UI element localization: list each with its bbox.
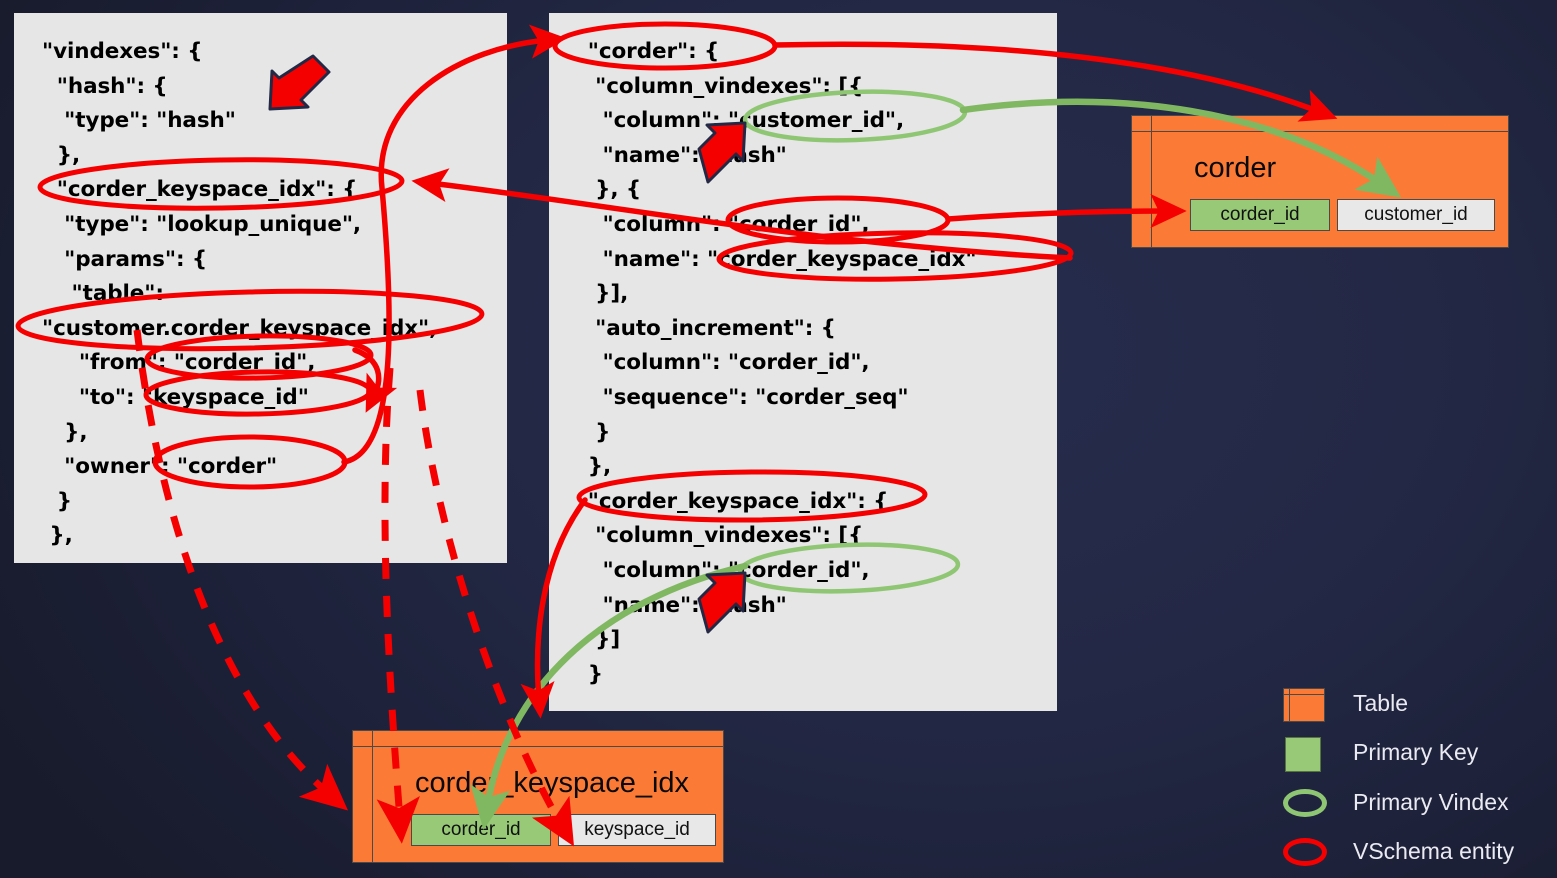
column-chip: keyspace_id	[558, 814, 716, 846]
legend-label: Primary Key	[1353, 739, 1479, 765]
diagram-canvas: "vindexes": { "hash": { "type": "hash" }…	[0, 0, 1557, 878]
column-chip: customer_id	[1337, 199, 1495, 231]
table-box-corder-keyspace-idx: corder_keyspace_idx corder_id keyspace_i…	[352, 730, 724, 863]
table-swatch-icon	[1283, 688, 1325, 722]
legend-label: Primary Vindex	[1353, 789, 1509, 815]
vschema-entity-ellipse-icon	[1283, 838, 1327, 866]
table-top-bar	[1132, 116, 1508, 132]
legend-label: Table	[1353, 690, 1408, 716]
primary-vindex-ellipse-icon	[1283, 789, 1327, 817]
tables-json-panel: "corder": { "column_vindexes": [{ "colum…	[549, 13, 1057, 711]
table-box-corder: corder corder_id customer_id	[1131, 115, 1509, 248]
column-chip-primary-key: corder_id	[411, 814, 551, 846]
table-title: corder	[1194, 152, 1277, 184]
table-title: corder_keyspace_idx	[415, 767, 690, 799]
vindexes-json-panel: "vindexes": { "hash": { "type": "hash" }…	[14, 13, 507, 563]
primary-key-swatch-icon	[1285, 737, 1321, 772]
column-chip-primary-key: corder_id	[1190, 199, 1330, 231]
table-left-bar	[1132, 116, 1152, 247]
table-left-bar	[353, 731, 373, 862]
table-top-bar	[353, 731, 723, 747]
legend-label: VSchema entity	[1353, 838, 1515, 864]
